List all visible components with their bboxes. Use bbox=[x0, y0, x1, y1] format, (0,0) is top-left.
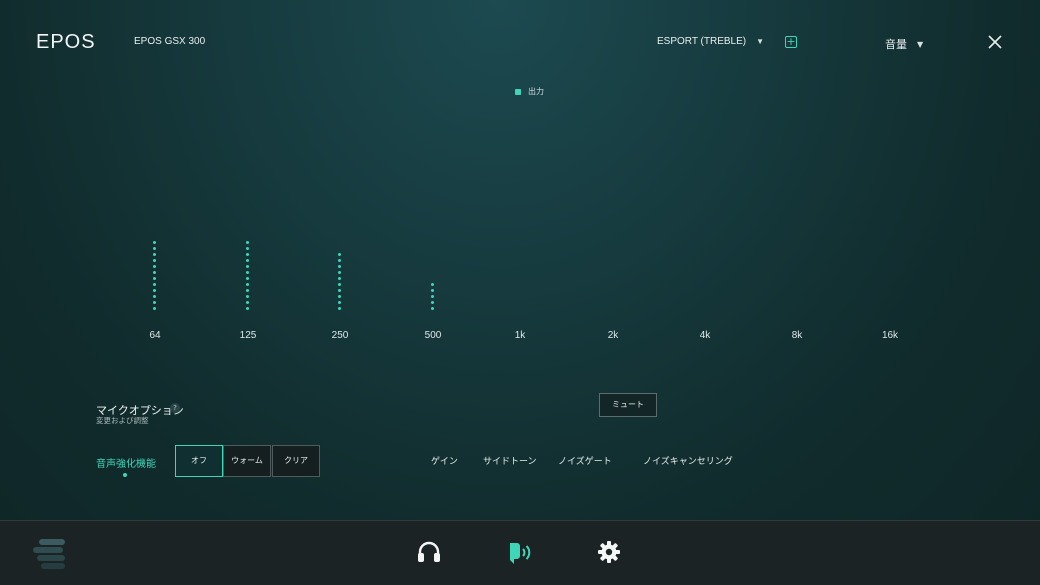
eq-level-dot bbox=[338, 301, 341, 304]
eq-band-label: 64 bbox=[149, 330, 161, 341]
headphones-icon[interactable] bbox=[417, 541, 441, 567]
voice-enhancement-label[interactable]: 音声強化機能 bbox=[96, 455, 156, 470]
eq-level-dot bbox=[338, 289, 341, 292]
eq-level-dot bbox=[338, 277, 341, 280]
eq-level-dot bbox=[338, 307, 341, 310]
eq-level-dot bbox=[246, 241, 249, 244]
eq-level-dot bbox=[246, 271, 249, 274]
eq-level-dot bbox=[246, 295, 249, 298]
gear-icon[interactable] bbox=[598, 541, 620, 567]
eq-level-dot bbox=[246, 289, 249, 292]
eq-level-dot bbox=[246, 259, 249, 262]
eq-level-dot bbox=[246, 277, 249, 280]
eq-level-dot bbox=[153, 253, 156, 256]
eq-level-dots bbox=[431, 283, 435, 310]
eq-band[interactable]: 1k bbox=[500, 230, 540, 350]
eq-band-label: 4k bbox=[699, 330, 711, 341]
eq-band-label: 2k bbox=[607, 330, 619, 341]
eq-band-label: 16k bbox=[881, 330, 899, 341]
menu-icon[interactable] bbox=[33, 537, 67, 575]
eq-level-dot bbox=[431, 307, 434, 310]
eq-level-dot bbox=[338, 295, 341, 298]
eq-level-dot bbox=[153, 259, 156, 262]
eq-level-dot bbox=[153, 265, 156, 268]
eq-band-label: 125 bbox=[239, 330, 257, 341]
eq-level-dot bbox=[246, 247, 249, 250]
eq-level-dot bbox=[338, 271, 341, 274]
help-icon[interactable]: ? bbox=[170, 403, 180, 413]
eq-level-dot bbox=[153, 247, 156, 250]
eq-level-dot bbox=[246, 253, 249, 256]
eq-band-label: 250 bbox=[331, 330, 349, 341]
option-clear[interactable]: クリア bbox=[272, 445, 320, 477]
eq-level-dot bbox=[153, 307, 156, 310]
tab-sidetone[interactable]: サイドトーン bbox=[483, 454, 537, 467]
eq-level-dot bbox=[153, 289, 156, 292]
eq-level-dot bbox=[338, 283, 341, 286]
eq-level-dot bbox=[153, 271, 156, 274]
microphone-voice-icon[interactable] bbox=[508, 541, 534, 569]
eq-band[interactable]: 8k bbox=[777, 230, 817, 350]
eq-level-dot bbox=[153, 301, 156, 304]
eq-level-dot bbox=[338, 259, 341, 262]
tab-noise-gate[interactable]: ノイズゲート bbox=[558, 454, 612, 467]
eq-level-dots bbox=[246, 241, 250, 310]
eq-level-dot bbox=[246, 307, 249, 310]
eq-level-dots bbox=[153, 241, 157, 310]
eq-band[interactable]: 125 bbox=[228, 230, 268, 350]
eq-level-dot bbox=[153, 241, 156, 244]
mic-options-subtitle: 変更および調整 bbox=[96, 416, 149, 425]
eq-level-dot bbox=[431, 289, 434, 292]
option-warm[interactable]: ウォーム bbox=[223, 445, 271, 477]
eq-level-dot bbox=[431, 295, 434, 298]
eq-level-dot bbox=[246, 301, 249, 304]
eq-band[interactable]: 500 bbox=[413, 230, 453, 350]
eq-level-dot bbox=[246, 283, 249, 286]
eq-level-dot bbox=[153, 277, 156, 280]
mute-button[interactable]: ミュート bbox=[599, 393, 657, 417]
eq-band-label: 8k bbox=[791, 330, 803, 341]
eq-level-dot bbox=[153, 283, 156, 286]
equalizer: 64 125 250 500 1k 2k 4k 8k 16k bbox=[0, 0, 1040, 360]
bottom-nav bbox=[0, 520, 1040, 585]
eq-band[interactable]: 16k bbox=[870, 230, 910, 350]
tab-gain[interactable]: ゲイン bbox=[431, 454, 458, 467]
eq-band[interactable]: 250 bbox=[320, 230, 360, 350]
tab-noise-cancelling[interactable]: ノイズキャンセリング bbox=[643, 454, 733, 467]
eq-level-dot bbox=[153, 295, 156, 298]
eq-band[interactable]: 4k bbox=[685, 230, 725, 350]
eq-band[interactable]: 64 bbox=[135, 230, 175, 350]
eq-level-dot bbox=[431, 283, 434, 286]
active-indicator-dot bbox=[123, 473, 127, 477]
eq-level-dot bbox=[338, 253, 341, 256]
eq-level-dots bbox=[338, 253, 342, 310]
eq-band-label: 1k bbox=[514, 330, 526, 341]
eq-level-dot bbox=[246, 265, 249, 268]
eq-band-label: 500 bbox=[424, 330, 442, 341]
eq-level-dot bbox=[338, 265, 341, 268]
eq-band[interactable]: 2k bbox=[593, 230, 633, 350]
eq-level-dot bbox=[431, 301, 434, 304]
option-off[interactable]: オフ bbox=[175, 445, 223, 477]
